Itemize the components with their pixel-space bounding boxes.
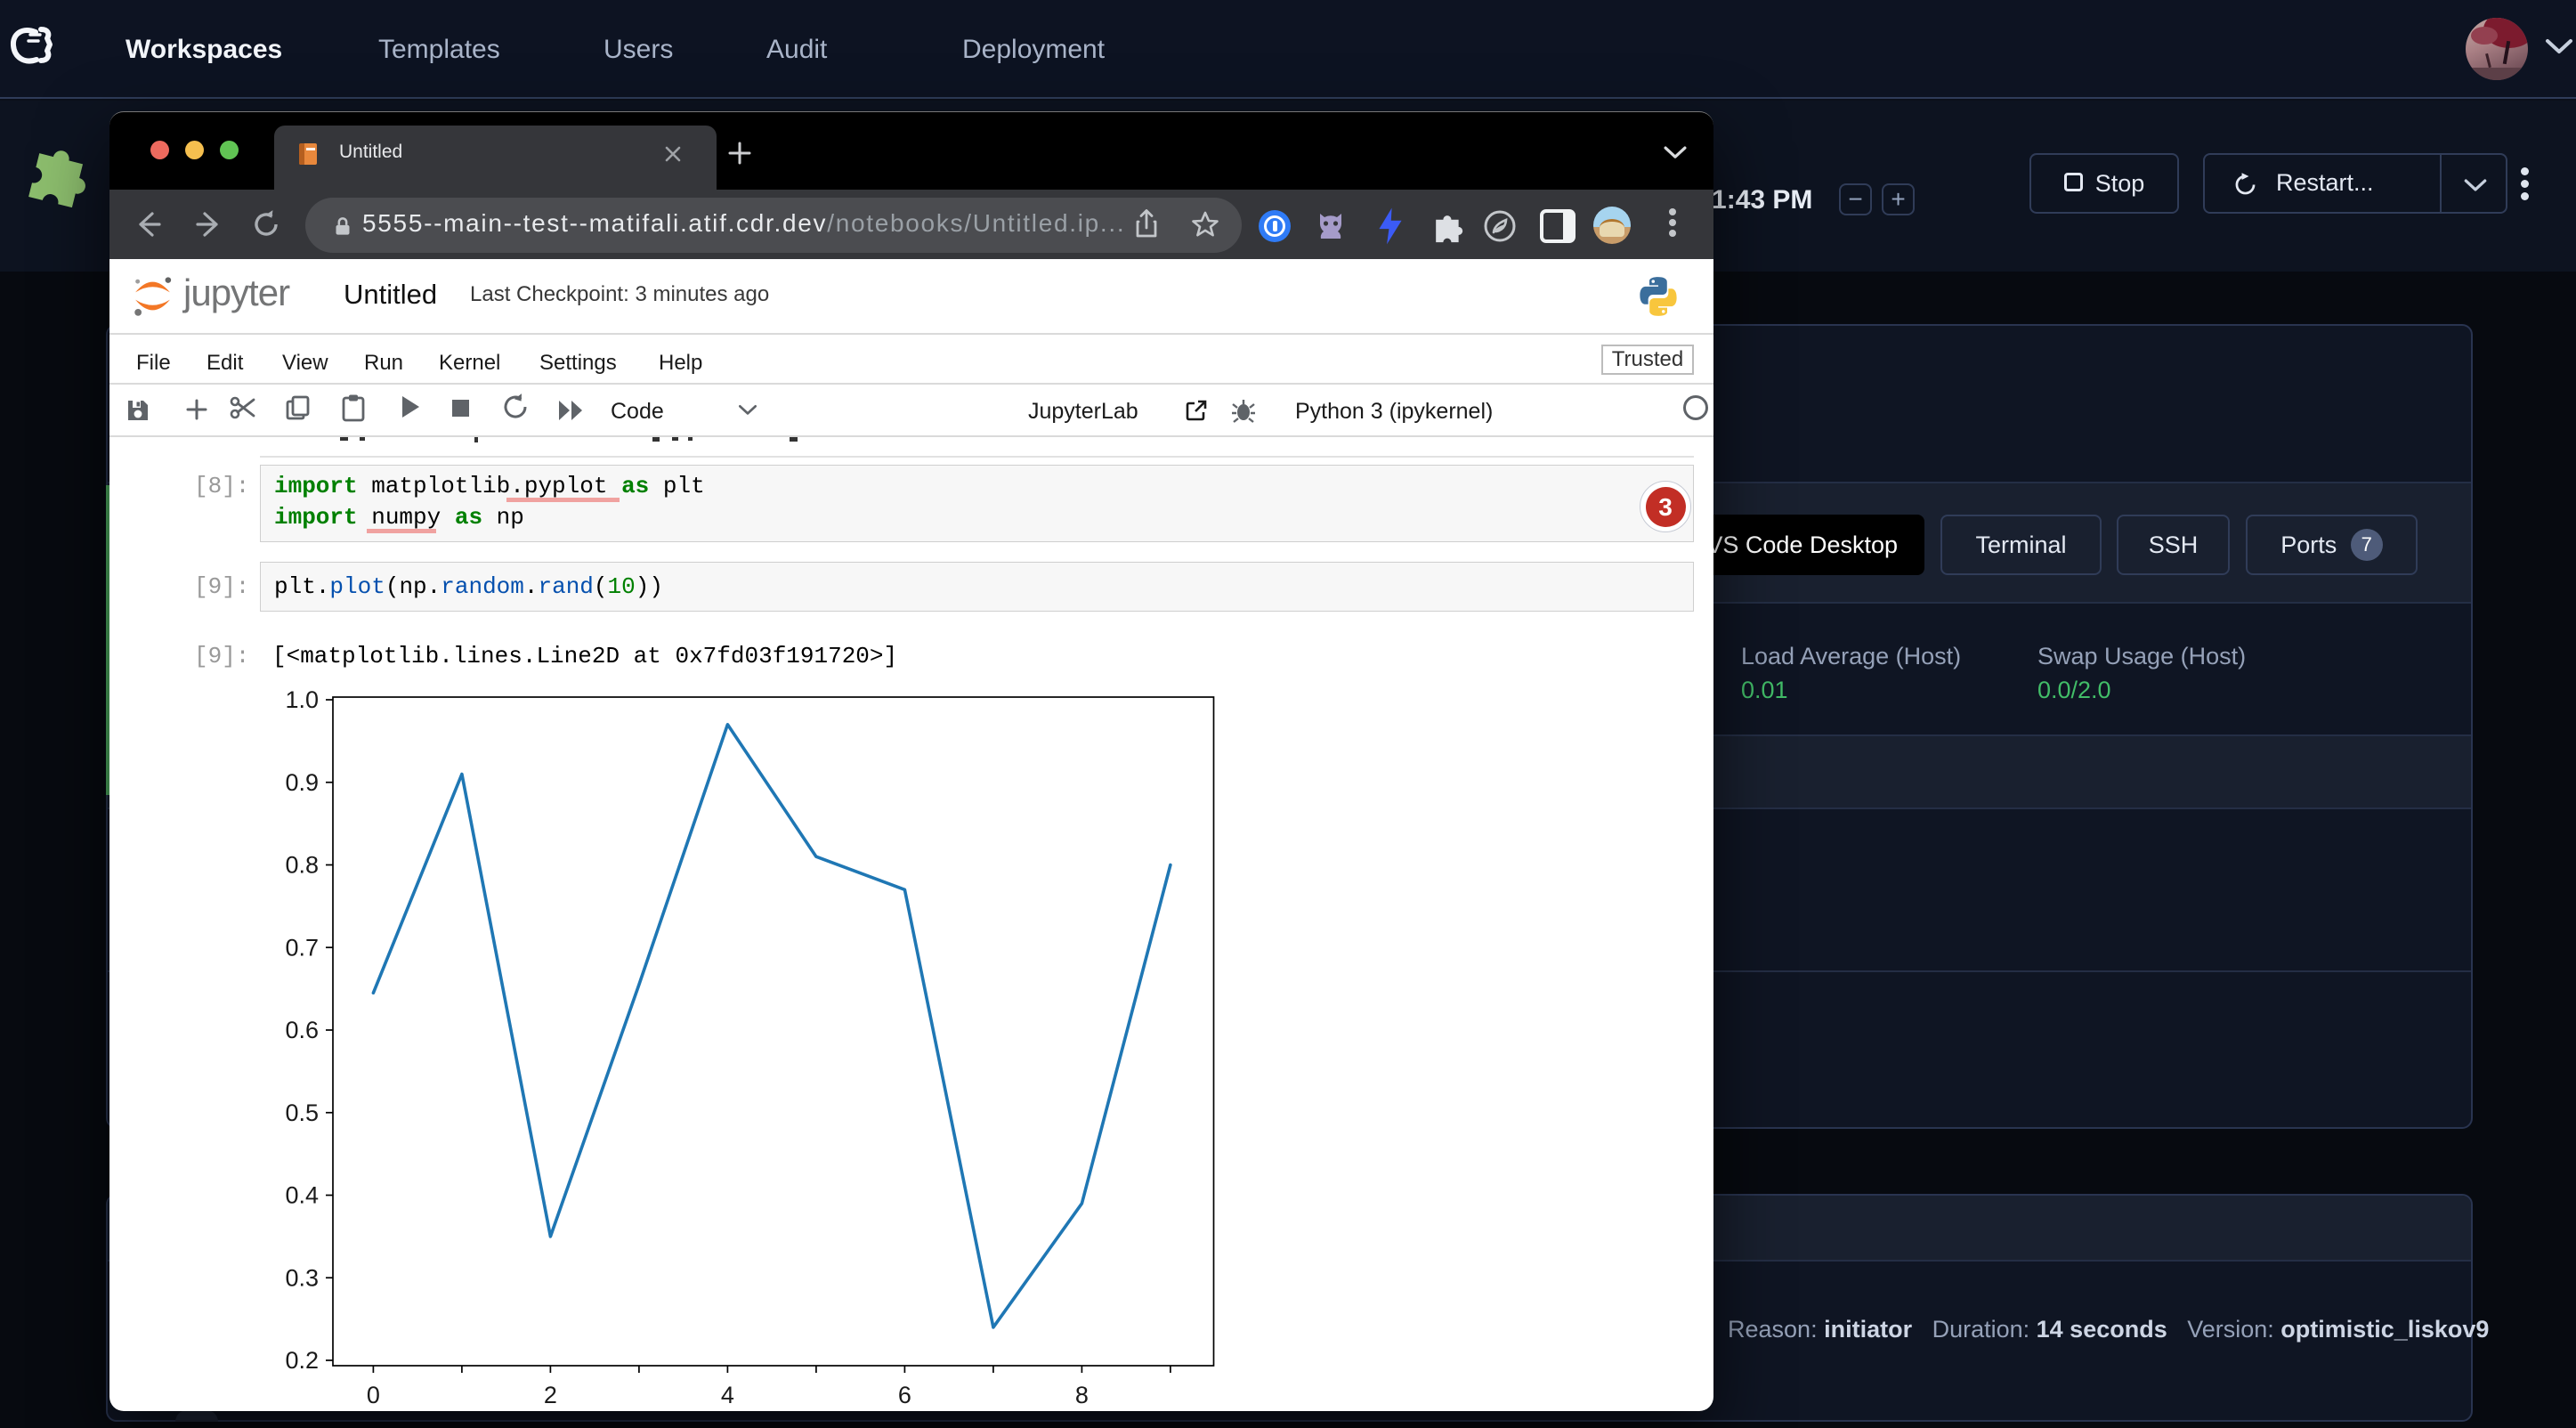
svg-text:0.4: 0.4 (285, 1182, 319, 1209)
svg-text:0.6: 0.6 (285, 1017, 319, 1043)
svg-text:2: 2 (544, 1382, 557, 1408)
svg-text:4: 4 (721, 1382, 734, 1408)
svg-text:8: 8 (1075, 1382, 1089, 1408)
svg-text:0.9: 0.9 (285, 769, 319, 796)
svg-text:0.2: 0.2 (285, 1347, 319, 1374)
svg-text:0: 0 (367, 1382, 380, 1408)
svg-text:1.0: 1.0 (285, 686, 319, 713)
svg-text:0.5: 0.5 (285, 1099, 319, 1126)
svg-text:0.3: 0.3 (285, 1264, 319, 1291)
svg-text:6: 6 (898, 1382, 911, 1408)
svg-text:0.8: 0.8 (285, 852, 319, 879)
svg-text:0.7: 0.7 (285, 934, 319, 961)
